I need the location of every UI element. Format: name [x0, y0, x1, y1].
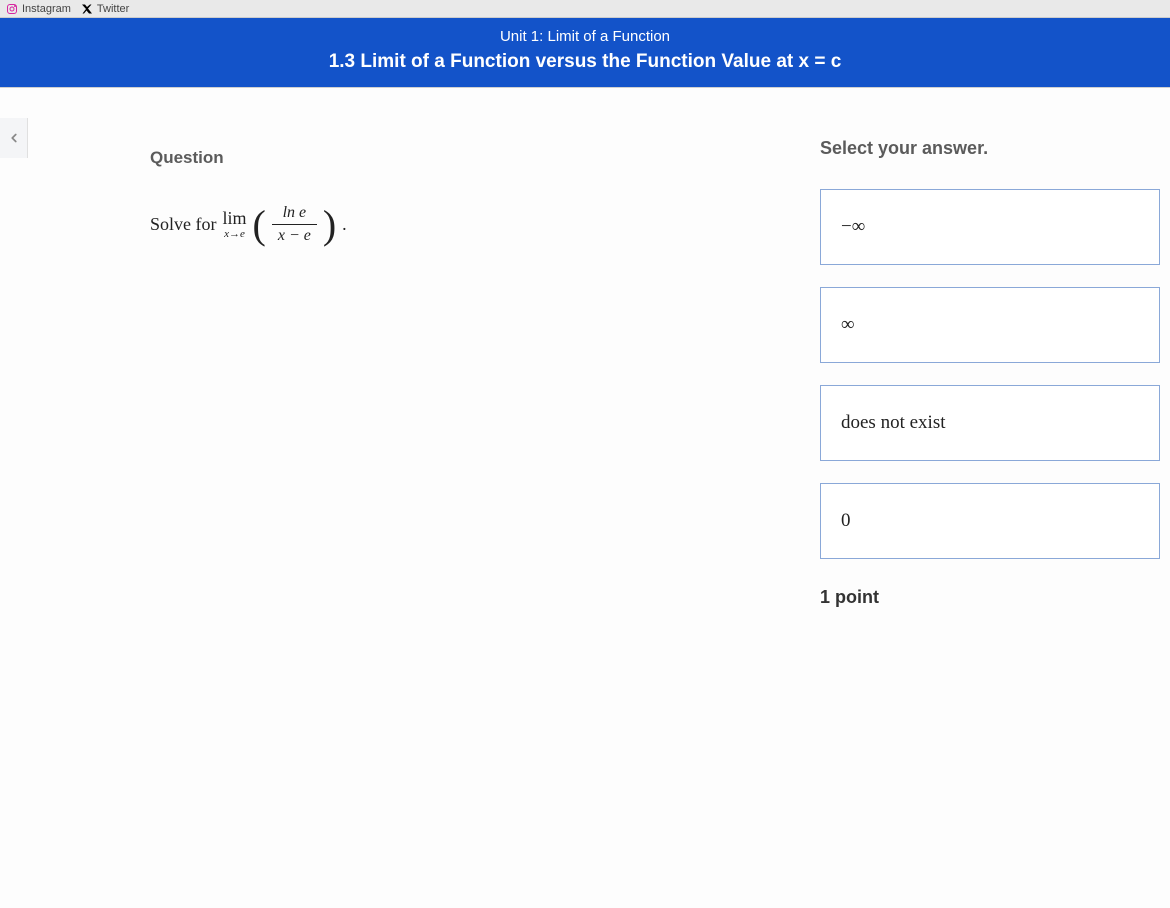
answer-option-infinity[interactable]: ∞	[820, 287, 1160, 363]
answer-option-neg-infinity[interactable]: −∞	[820, 189, 1160, 265]
bookmark-twitter[interactable]: Twitter	[81, 3, 129, 15]
bookmark-label: Twitter	[97, 3, 129, 15]
bookmark-label: Instagram	[22, 3, 71, 15]
answer-prompt: Select your answer.	[820, 138, 1170, 159]
back-button[interactable]	[0, 118, 28, 158]
lesson-header: Unit 1: Limit of a Function 1.3 Limit of…	[0, 18, 1170, 87]
option-label: does not exist	[841, 412, 946, 433]
twitter-icon	[81, 3, 93, 15]
option-label: ∞	[841, 314, 855, 335]
lim-subscript: x→e	[224, 229, 245, 240]
option-label: −∞	[841, 216, 865, 237]
limit-operator: lim x→e	[223, 209, 247, 240]
fraction-numerator: ln e	[277, 204, 313, 224]
lim-text: lim	[223, 209, 247, 227]
left-paren: (	[253, 209, 266, 241]
question-expression: Solve for lim x→e ( ln e x − e ) .	[150, 204, 650, 245]
instagram-icon	[6, 3, 18, 15]
section-title: 1.3 Limit of a Function versus the Funct…	[0, 51, 1170, 73]
points-label: 1 point	[820, 587, 1170, 608]
question-panel: Question Solve for lim x→e ( ln e x − e …	[150, 148, 650, 245]
right-paren: )	[323, 209, 336, 241]
answer-option-dne[interactable]: does not exist	[820, 385, 1160, 461]
answer-panel: Select your answer. −∞ ∞ does not exist …	[810, 138, 1170, 608]
answer-option-zero[interactable]: 0	[820, 483, 1160, 559]
question-label: Question	[150, 148, 650, 168]
question-prefix: Solve for	[150, 214, 217, 235]
fraction-denominator: x − e	[272, 224, 317, 245]
chevron-left-icon	[7, 128, 21, 148]
bookmark-instagram[interactable]: Instagram	[6, 3, 71, 15]
bookmarks-bar: Instagram Twitter	[0, 0, 1170, 18]
content-area: Question Solve for lim x→e ( ln e x − e …	[0, 87, 1170, 908]
unit-title: Unit 1: Limit of a Function	[0, 28, 1170, 45]
option-label: 0	[841, 510, 851, 531]
question-suffix: .	[342, 214, 347, 235]
fraction: ln e x − e	[272, 204, 317, 245]
